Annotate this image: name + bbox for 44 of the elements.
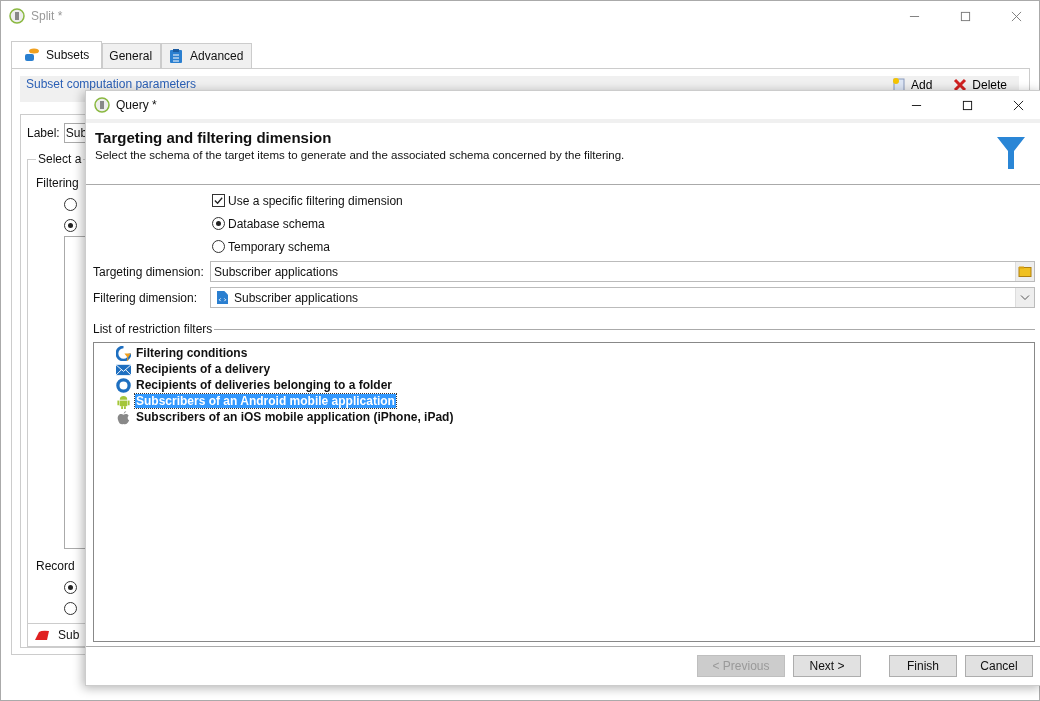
list-item[interactable]: Subscribers of an iOS mobile application (iPhone, iPad) (135, 410, 455, 424)
apple-icon (116, 409, 131, 425)
tab[interactable]: Subsets (11, 41, 103, 68)
list-title: List of restriction filters (93, 322, 213, 336)
field-label: Targeting dimension: (93, 264, 205, 279)
field-label: Label: (27, 126, 60, 140)
list-item[interactable]: Filtering conditions (135, 346, 249, 360)
envelope-icon (116, 361, 131, 377)
schema-icon (217, 291, 228, 304)
list-item[interactable]: Recipients of a delivery (135, 362, 272, 376)
option-label[interactable]: Database schema (228, 216, 325, 231)
option-label[interactable]: Temporary schema (228, 239, 331, 254)
window-title: Query * (116, 98, 157, 112)
clipboard-icon (168, 48, 185, 64)
section-title: Subset computation parameters (26, 77, 197, 91)
folder-icon[interactable] (1015, 262, 1034, 281)
app-icon (9, 8, 25, 24)
group-title: Select a (36, 152, 84, 166)
maximize-icon[interactable] (962, 99, 973, 111)
close-icon[interactable] (1013, 99, 1024, 111)
targeting-field[interactable]: Subscriber applications (210, 261, 1035, 282)
ring-icon (116, 377, 131, 393)
android-icon (116, 393, 131, 409)
window-title: Split * (31, 9, 63, 23)
delete-icon (952, 77, 969, 93)
section-label: Record (36, 559, 76, 573)
list-item[interactable]: Recipients of deliveries belonging to a folder (135, 378, 394, 392)
dialog-description: Select the schema of the target items to generate and the associated schema concerned by the filtering. (95, 149, 626, 161)
funnel-icon (997, 137, 1025, 169)
tab[interactable]: General (102, 43, 162, 68)
check-icon (213, 195, 224, 206)
field-label: Filtering dimension: (93, 290, 199, 305)
dialog-button[interactable]: Cancel (965, 655, 1033, 677)
toolbar-button[interactable]: Delete (946, 77, 1013, 93)
dialog-button[interactable]: Finish (889, 655, 957, 677)
database-icon (24, 47, 40, 63)
app-icon (94, 97, 110, 113)
section-label: Filtering (36, 176, 80, 190)
dialog-heading: Targeting and filtering dimension (95, 129, 333, 146)
filtering-dropdown[interactable]: Subscriber applications (210, 287, 1035, 308)
checkbox[interactable]: Use a specific filtering dimension (212, 193, 403, 208)
tab[interactable]: Advanced (161, 43, 253, 68)
refresh-funnel-icon (116, 345, 131, 361)
dialog-button[interactable]: Next > (793, 655, 861, 677)
